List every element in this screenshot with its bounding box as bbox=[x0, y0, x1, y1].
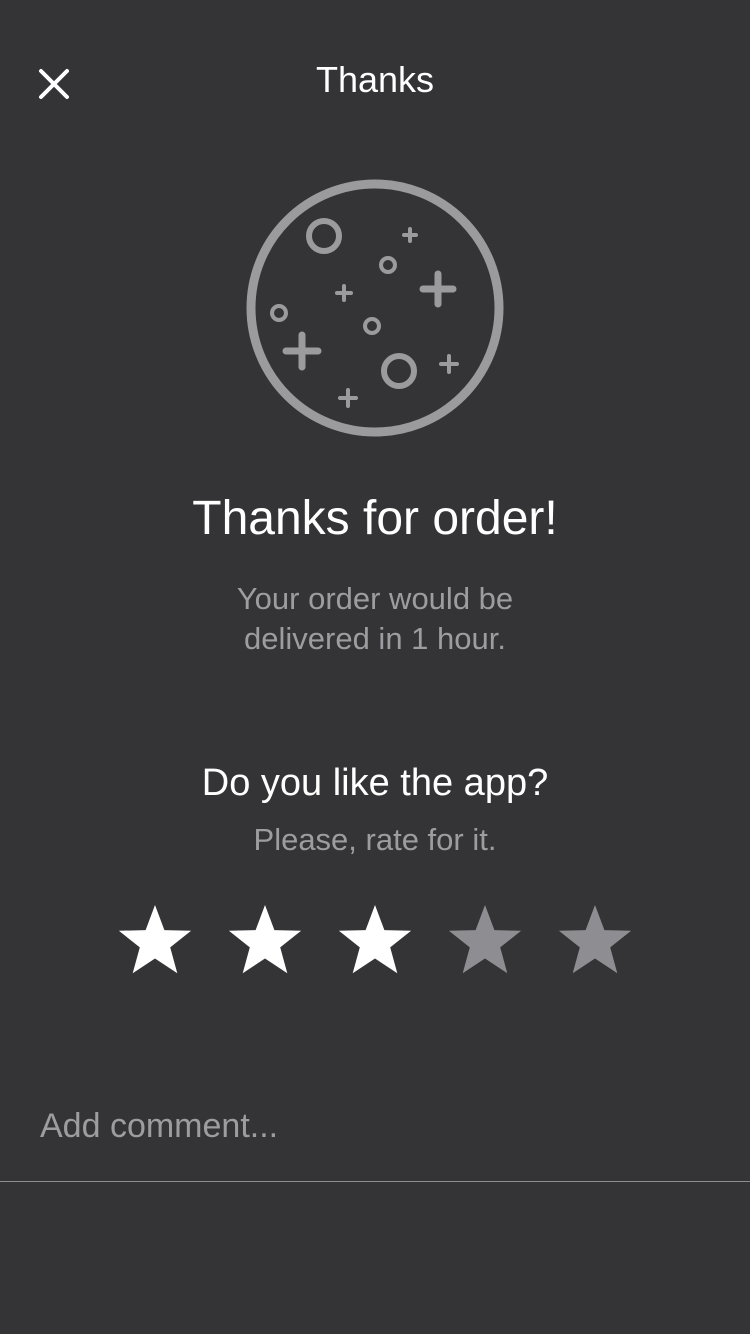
star-icon bbox=[228, 905, 302, 974]
star-icon bbox=[448, 905, 522, 974]
comment-underline bbox=[0, 1181, 750, 1182]
star-button-5[interactable] bbox=[540, 898, 650, 988]
star-rating bbox=[100, 898, 650, 988]
rating-question: Do you like the app? bbox=[201, 762, 549, 804]
thanks-screen: Thanks Thanks for order! Your order woul… bbox=[0, 0, 750, 1334]
star-icon bbox=[118, 905, 192, 974]
rating-prompt: Please, rate for it. bbox=[253, 822, 497, 857]
delivery-message: Your order would be delivered in 1 hour. bbox=[236, 581, 514, 656]
star-icon bbox=[338, 905, 412, 974]
star-button-2[interactable] bbox=[210, 898, 320, 988]
confirmation-heading: Thanks for order! bbox=[192, 492, 558, 545]
star-icon bbox=[558, 905, 632, 974]
comment-input[interactable] bbox=[40, 1096, 710, 1156]
star-button-4[interactable] bbox=[430, 898, 540, 988]
star-button-1[interactable] bbox=[100, 898, 210, 988]
page-title: Thanks bbox=[315, 59, 435, 100]
star-button-3[interactable] bbox=[320, 898, 430, 988]
celebration-plate-icon bbox=[243, 176, 507, 440]
